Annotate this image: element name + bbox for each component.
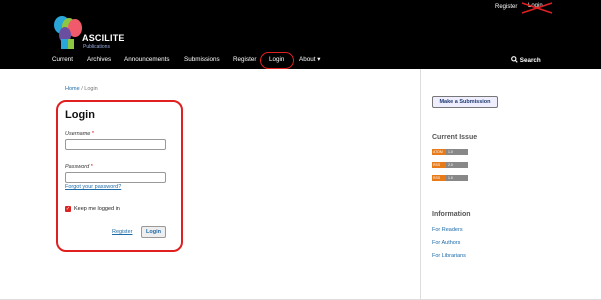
for-authors-link[interactable]: For Authors <box>432 240 460 246</box>
login-button[interactable]: Login <box>141 226 166 238</box>
nav-about[interactable]: About ▾ <box>299 56 320 63</box>
username-label: Username * <box>65 131 95 137</box>
breadcrumb-separator: / <box>81 86 83 92</box>
top-register-link[interactable]: Register <box>495 4 517 10</box>
forgot-password-link[interactable]: Forgot your password? <box>65 184 121 190</box>
nav-announcements[interactable]: Announcements <box>124 56 170 63</box>
nav-submissions[interactable]: Submissions <box>184 56 220 63</box>
search-icon <box>511 56 518 63</box>
site-header: ASCILITE Publications Register Login Cur… <box>0 0 601 69</box>
nav-archives[interactable]: Archives <box>87 56 111 63</box>
password-label: Password * <box>65 164 93 170</box>
for-readers-link[interactable]: For Readers <box>432 227 463 233</box>
search-button[interactable]: Search <box>511 56 541 64</box>
for-librarians-link[interactable]: For Librarians <box>432 253 466 259</box>
page-title: Login <box>65 109 95 121</box>
nav-login-highlight <box>260 52 294 69</box>
required-mark: * <box>90 164 93 170</box>
keep-logged-in-checkbox[interactable]: ✓ <box>65 206 71 212</box>
make-submission-button[interactable]: Make a Submission <box>432 96 498 108</box>
information-heading: Information <box>432 211 471 218</box>
sidebar-divider <box>420 69 421 300</box>
breadcrumb: Home / Login <box>65 86 98 92</box>
brand-subtitle: Publications <box>83 44 110 50</box>
breadcrumb-home[interactable]: Home <box>65 86 80 92</box>
nav-register[interactable]: Register <box>233 56 256 63</box>
site-logo[interactable]: ASCILITE Publications <box>52 13 142 53</box>
current-issue-heading: Current Issue <box>432 134 478 141</box>
search-label: Search <box>519 57 541 64</box>
password-field[interactable] <box>65 172 166 183</box>
rss1-feed-badge[interactable]: RSS 1.0 <box>432 175 468 181</box>
username-field[interactable] <box>65 139 166 150</box>
rss2-feed-badge[interactable]: RSS 2.0 <box>432 162 468 168</box>
atom-feed-badge[interactable]: ATOM 1.0 <box>432 149 468 155</box>
nav-current[interactable]: Current <box>52 56 73 63</box>
keep-logged-in-label: Keep me logged in <box>74 206 120 212</box>
brand-name: ASCILITE <box>82 33 125 43</box>
breadcrumb-current: Login <box>84 86 98 92</box>
required-mark: * <box>91 131 95 137</box>
register-link[interactable]: Register <box>112 229 132 235</box>
strike-cross-annotation <box>521 2 553 14</box>
